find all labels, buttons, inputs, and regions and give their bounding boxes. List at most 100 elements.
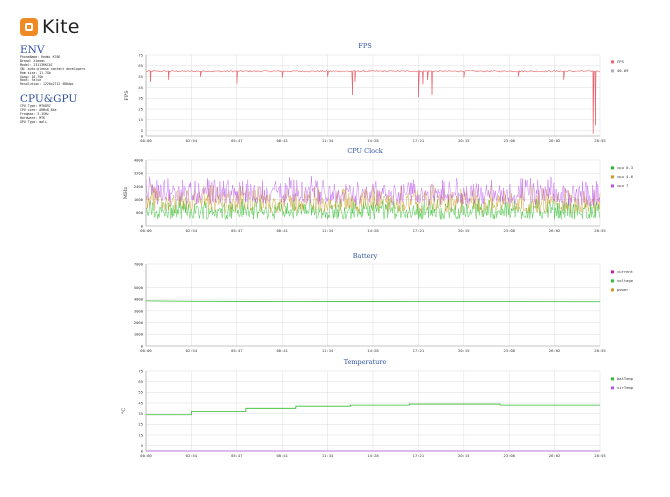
y-tick-label: 3200 — [134, 171, 144, 176]
legend-label: cpu 7 — [617, 183, 628, 188]
y-tick-label: 4000 — [134, 297, 144, 302]
y-axis-label: MHz — [123, 187, 129, 199]
x-tick-label: 28:55 — [594, 348, 605, 353]
legend-label: 40.69 — [617, 68, 629, 73]
chart-title: Temperature — [344, 358, 387, 366]
x-tick-label: 00:00 — [140, 138, 152, 143]
x-tick-label: 11:34 — [322, 348, 334, 353]
x-tick-label: 11:34 — [322, 138, 334, 143]
x-tick-label: 14:28 — [367, 138, 379, 143]
y-tick-label: 35 — [138, 96, 143, 101]
x-tick-label: 00:00 — [140, 228, 152, 233]
y-tick-label: 2400 — [134, 184, 144, 189]
x-tick-label: 26:02 — [549, 228, 560, 233]
x-tick-label: 02:54 — [186, 138, 198, 143]
chart-title: Battery — [353, 252, 378, 260]
x-tick-label: 20:15 — [458, 348, 469, 353]
x-tick-label: 08:41 — [276, 138, 288, 143]
y-axis-label: FPS — [124, 90, 130, 101]
x-tick-label: 00:00 — [140, 453, 152, 458]
y-tick-label: 5 — [141, 443, 143, 448]
legend-swatch — [611, 166, 614, 170]
x-tick-label: 00:00 — [140, 348, 152, 353]
y-tick-label: 800 — [136, 210, 144, 215]
x-tick-label: 23:08 — [503, 138, 515, 143]
x-tick-label: 28:55 — [594, 138, 605, 143]
x-tick-label: 05:47 — [231, 348, 242, 353]
y-axis-label: °C — [121, 408, 127, 415]
y-tick-label: 75 — [138, 52, 143, 57]
x-tick-label: 17:21 — [413, 348, 425, 353]
legend-label: current — [617, 269, 633, 274]
x-tick-label: 23:08 — [503, 453, 515, 458]
y-tick-label: 7000 — [134, 261, 144, 266]
y-tick-label: 4000 — [134, 157, 144, 162]
x-tick-label: 11:34 — [322, 453, 334, 458]
y-tick-label: 55 — [138, 390, 143, 395]
legend-label: voltage — [617, 278, 634, 283]
x-tick-label: 28:55 — [594, 453, 605, 458]
y-tick-label: 15 — [138, 117, 143, 122]
y-tick-label: 15 — [138, 432, 143, 437]
x-tick-label: 20:15 — [458, 228, 469, 233]
x-tick-label: 26:02 — [549, 453, 560, 458]
x-tick-label: 26:02 — [549, 138, 560, 143]
y-tick-label: 3000 — [134, 308, 144, 313]
x-tick-label: 08:41 — [276, 348, 288, 353]
x-tick-label: 08:41 — [276, 228, 288, 233]
y-tick-label: 1000 — [134, 332, 144, 337]
chart-panel-2: Battery010002000300040005000700000:00 02:… — [134, 252, 634, 353]
chart-title: FPS — [358, 42, 371, 50]
x-tick-label: 17:21 — [413, 228, 425, 233]
legend-swatch — [611, 175, 614, 179]
x-tick-label: 02:54 — [186, 453, 198, 458]
legend-label: FPS — [617, 59, 625, 64]
x-tick-label: 20:15 — [458, 453, 469, 458]
x-tick-label: 28:55 — [594, 228, 605, 233]
legend-swatch — [611, 288, 614, 292]
legend-label: power — [617, 287, 629, 292]
charts-canvas: FPS051525354555657500:00 02:54 05:47 08:41 1… — [121, 42, 634, 458]
x-tick-label: 05:47 — [231, 138, 242, 143]
y-tick-label: 5 — [141, 128, 143, 133]
y-tick-label: 2000 — [134, 320, 144, 325]
y-tick-label: 55 — [138, 74, 143, 79]
y-tick-label: 65 — [138, 379, 143, 384]
legend-swatch — [611, 386, 614, 390]
x-tick-label: 14:28 — [367, 348, 379, 353]
legend-label: cpu 0-3 — [617, 165, 633, 170]
x-tick-label: 14:28 — [367, 453, 379, 458]
x-tick-label: 26:02 — [549, 348, 560, 353]
x-tick-label: 23:08 — [503, 228, 515, 233]
x-tick-label: 20:15 — [458, 138, 469, 143]
legend-swatch — [611, 270, 614, 274]
legend-swatch — [611, 184, 614, 188]
x-tick-label: 08:41 — [276, 453, 288, 458]
x-tick-label: 05:47 — [231, 228, 242, 233]
legend-label: cpu 4-6 — [617, 174, 634, 179]
legend-swatch — [611, 279, 614, 283]
x-tick-label: 17:21 — [413, 453, 425, 458]
x-tick-label: 02:54 — [186, 348, 198, 353]
chart-panel-1: CPU Clock0800160024003200400000:00 02:54 0… — [123, 147, 634, 233]
legend-label: batTemp — [617, 376, 634, 381]
legend-swatch — [611, 60, 614, 64]
legend-swatch — [611, 69, 614, 73]
chart-title: CPU Clock — [347, 147, 382, 155]
y-tick-label: 25 — [138, 422, 143, 427]
x-tick-label: 02:54 — [186, 228, 198, 233]
x-tick-label: 14:28 — [367, 228, 379, 233]
x-tick-label: 17:21 — [413, 138, 425, 143]
x-tick-label: 05:47 — [231, 453, 242, 458]
x-tick-label: 11:34 — [322, 228, 334, 233]
x-tick-label: 23:08 — [503, 348, 515, 353]
chart-panel-3: Temperature051525354555657500:00 02:54 05:… — [121, 358, 634, 458]
y-tick-label: 25 — [138, 106, 143, 111]
y-tick-label: 75 — [138, 368, 143, 373]
y-tick-label: 35 — [138, 411, 143, 416]
y-tick-label: 5000 — [134, 285, 144, 290]
legend-label: virTemp — [617, 385, 634, 390]
y-tick-label: 45 — [138, 85, 143, 90]
y-tick-label: 65 — [138, 63, 143, 68]
legend-swatch — [611, 377, 614, 381]
